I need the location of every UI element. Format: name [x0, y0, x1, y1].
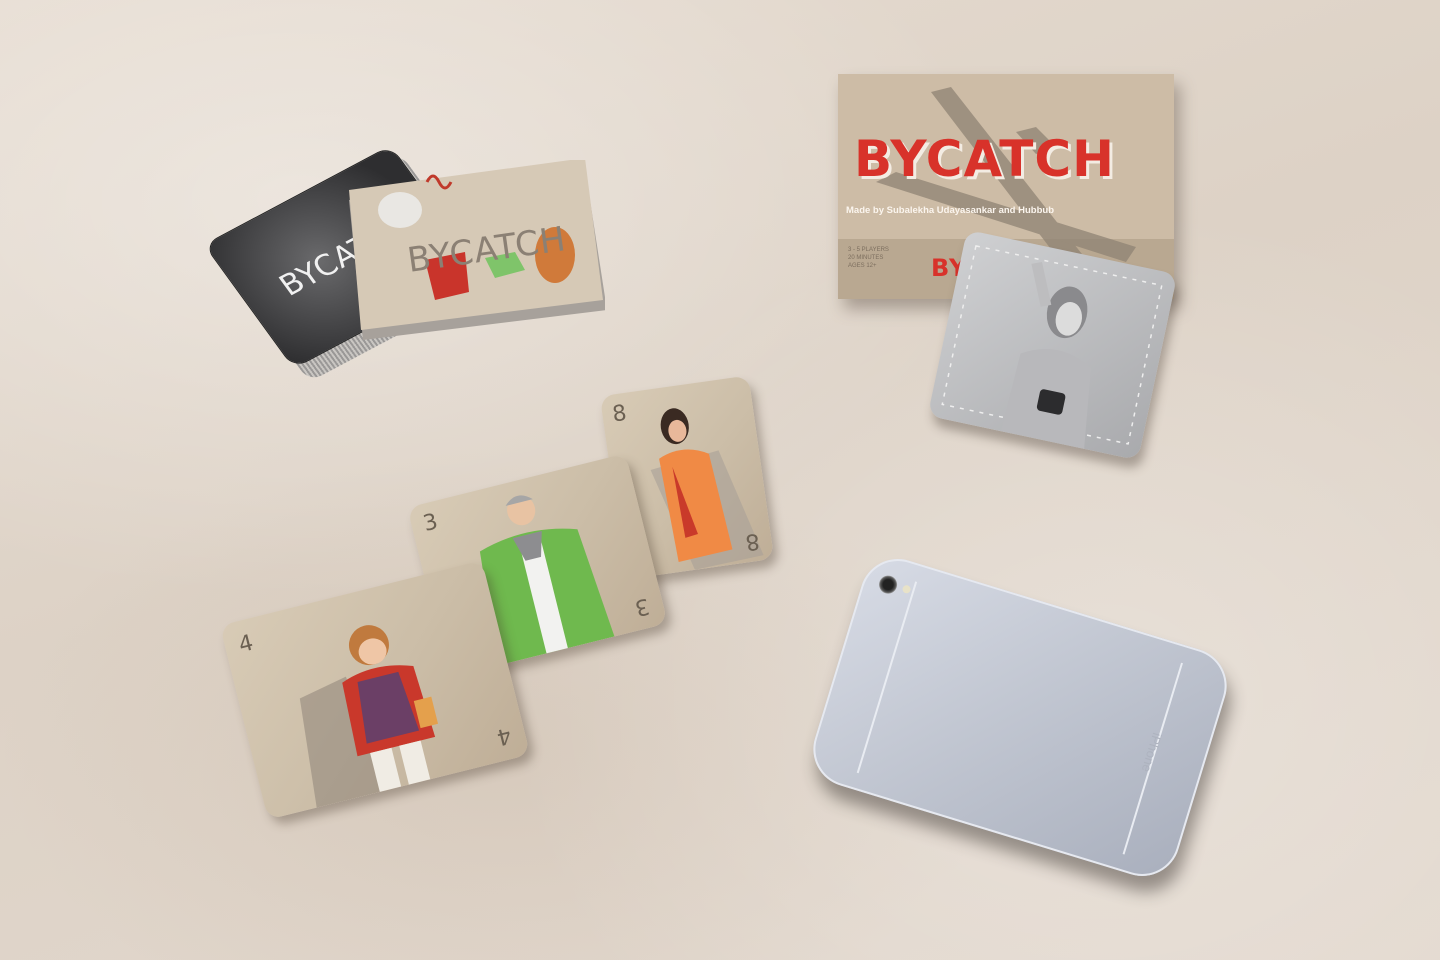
- box-side-info: 3 - 5 PLAYERS 20 MINUTES AGES 12+: [848, 246, 889, 270]
- box-side-players: 3 - 5 PLAYERS: [848, 247, 889, 253]
- box-side-time: 20 MINUTES: [848, 255, 884, 261]
- character-card-4: 4 4: [219, 560, 531, 820]
- flash-icon: [901, 584, 912, 595]
- box-credits: Made by Subalekha Udayasankar and Hubbub: [846, 205, 1054, 216]
- phone-antenna-line-top: [856, 581, 918, 774]
- student-illustration: [299, 625, 439, 808]
- box-title: BYCATCH: [854, 130, 1115, 188]
- phone-engraving: iPhone: [1138, 730, 1165, 774]
- photo-scene: BYCATCH Made by Subalekha Udayasankar an…: [0, 0, 1440, 960]
- box-side-ages: AGES 12+: [848, 263, 877, 269]
- light-deck: BYCATCH: [345, 158, 607, 340]
- camera-lens-icon: [876, 573, 900, 596]
- smartphone-back: iPhone: [803, 549, 1237, 886]
